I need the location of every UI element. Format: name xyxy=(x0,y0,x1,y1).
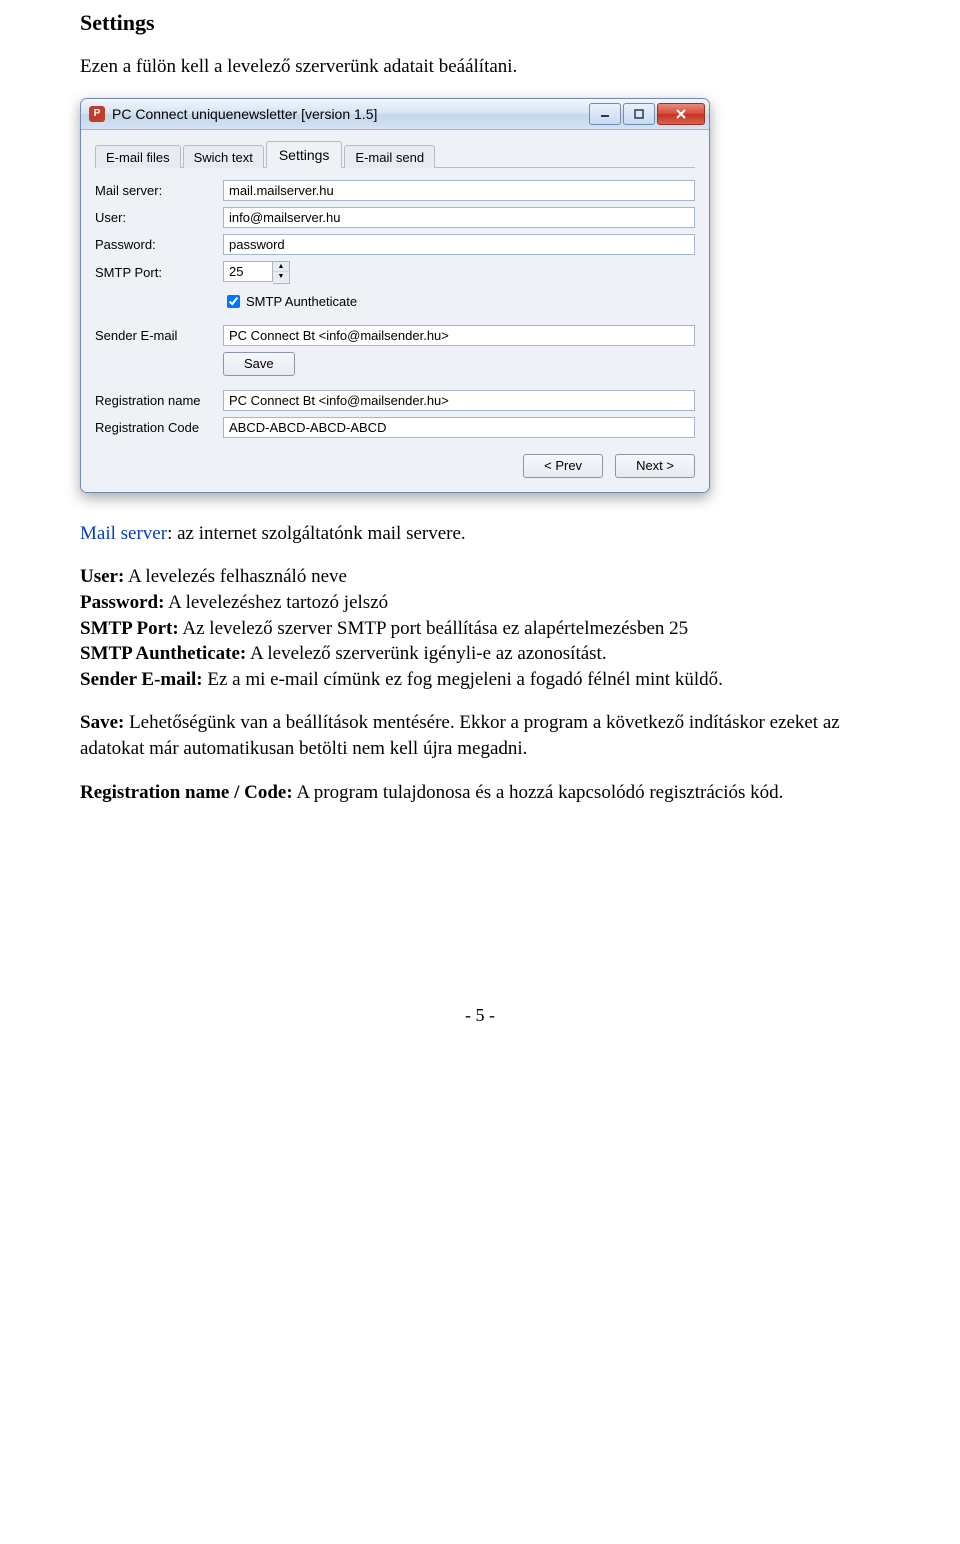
label-user: User: xyxy=(95,210,223,225)
app-window: P PC Connect uniquenewsletter [version 1… xyxy=(80,98,710,493)
app-icon: P xyxy=(89,106,105,122)
term-mailserver: Mail server xyxy=(80,523,167,544)
titlebar[interactable]: P PC Connect uniquenewsletter [version 1… xyxy=(81,99,709,130)
reg-code-input[interactable] xyxy=(223,417,695,438)
paragraph-fields: User: A levelezés felhasználó nevePasswo… xyxy=(80,564,880,692)
close-button[interactable] xyxy=(657,103,705,125)
mail-server-input[interactable] xyxy=(223,180,695,201)
smtp-port-up-button[interactable]: ▲ xyxy=(273,262,289,272)
paragraph-mailserver: Mail server: az internet szolgáltatónk m… xyxy=(80,521,880,547)
page-number: - 5 - xyxy=(80,1005,880,1026)
sender-email-input[interactable] xyxy=(223,325,695,346)
label-smtp-port: SMTP Port: xyxy=(95,265,223,280)
window-title: PC Connect uniquenewsletter [version 1.5… xyxy=(112,106,589,122)
next-button[interactable]: Next > xyxy=(615,454,695,478)
label-sender-email: Sender E-mail xyxy=(95,328,223,343)
tab-email-send[interactable]: E-mail send xyxy=(344,145,435,168)
intro-paragraph: Ezen a fülön kell a levelező szerverünk … xyxy=(80,54,880,80)
minimize-button[interactable] xyxy=(589,103,621,125)
smtp-port-input[interactable] xyxy=(223,261,273,282)
save-button[interactable]: Save xyxy=(223,352,295,376)
label-reg-code: Registration Code xyxy=(95,420,223,435)
label-password: Password: xyxy=(95,237,223,252)
label-smtp-auth: SMTP Auntheticate xyxy=(246,294,357,309)
paragraph-save: Save: Lehetőségünk van a beállítások men… xyxy=(80,710,880,761)
label-reg-name: Registration name xyxy=(95,393,223,408)
user-input[interactable] xyxy=(223,207,695,228)
maximize-button[interactable] xyxy=(623,103,655,125)
section-heading: Settings xyxy=(80,10,880,36)
label-mail-server: Mail server: xyxy=(95,183,223,198)
smtp-auth-checkbox[interactable] xyxy=(227,295,240,308)
prev-button[interactable]: < Prev xyxy=(523,454,603,478)
tab-bar: E-mail files Swich text Settings E-mail … xyxy=(95,140,695,168)
tab-settings[interactable]: Settings xyxy=(266,141,343,168)
reg-name-input[interactable] xyxy=(223,390,695,411)
password-input[interactable] xyxy=(223,234,695,255)
app-window-figure: P PC Connect uniquenewsletter [version 1… xyxy=(80,98,880,493)
tab-swich-text[interactable]: Swich text xyxy=(183,145,264,168)
tab-email-files[interactable]: E-mail files xyxy=(95,145,181,168)
smtp-port-down-button[interactable]: ▼ xyxy=(273,272,289,282)
paragraph-reg: Registration name / Code: A program tula… xyxy=(80,780,880,806)
